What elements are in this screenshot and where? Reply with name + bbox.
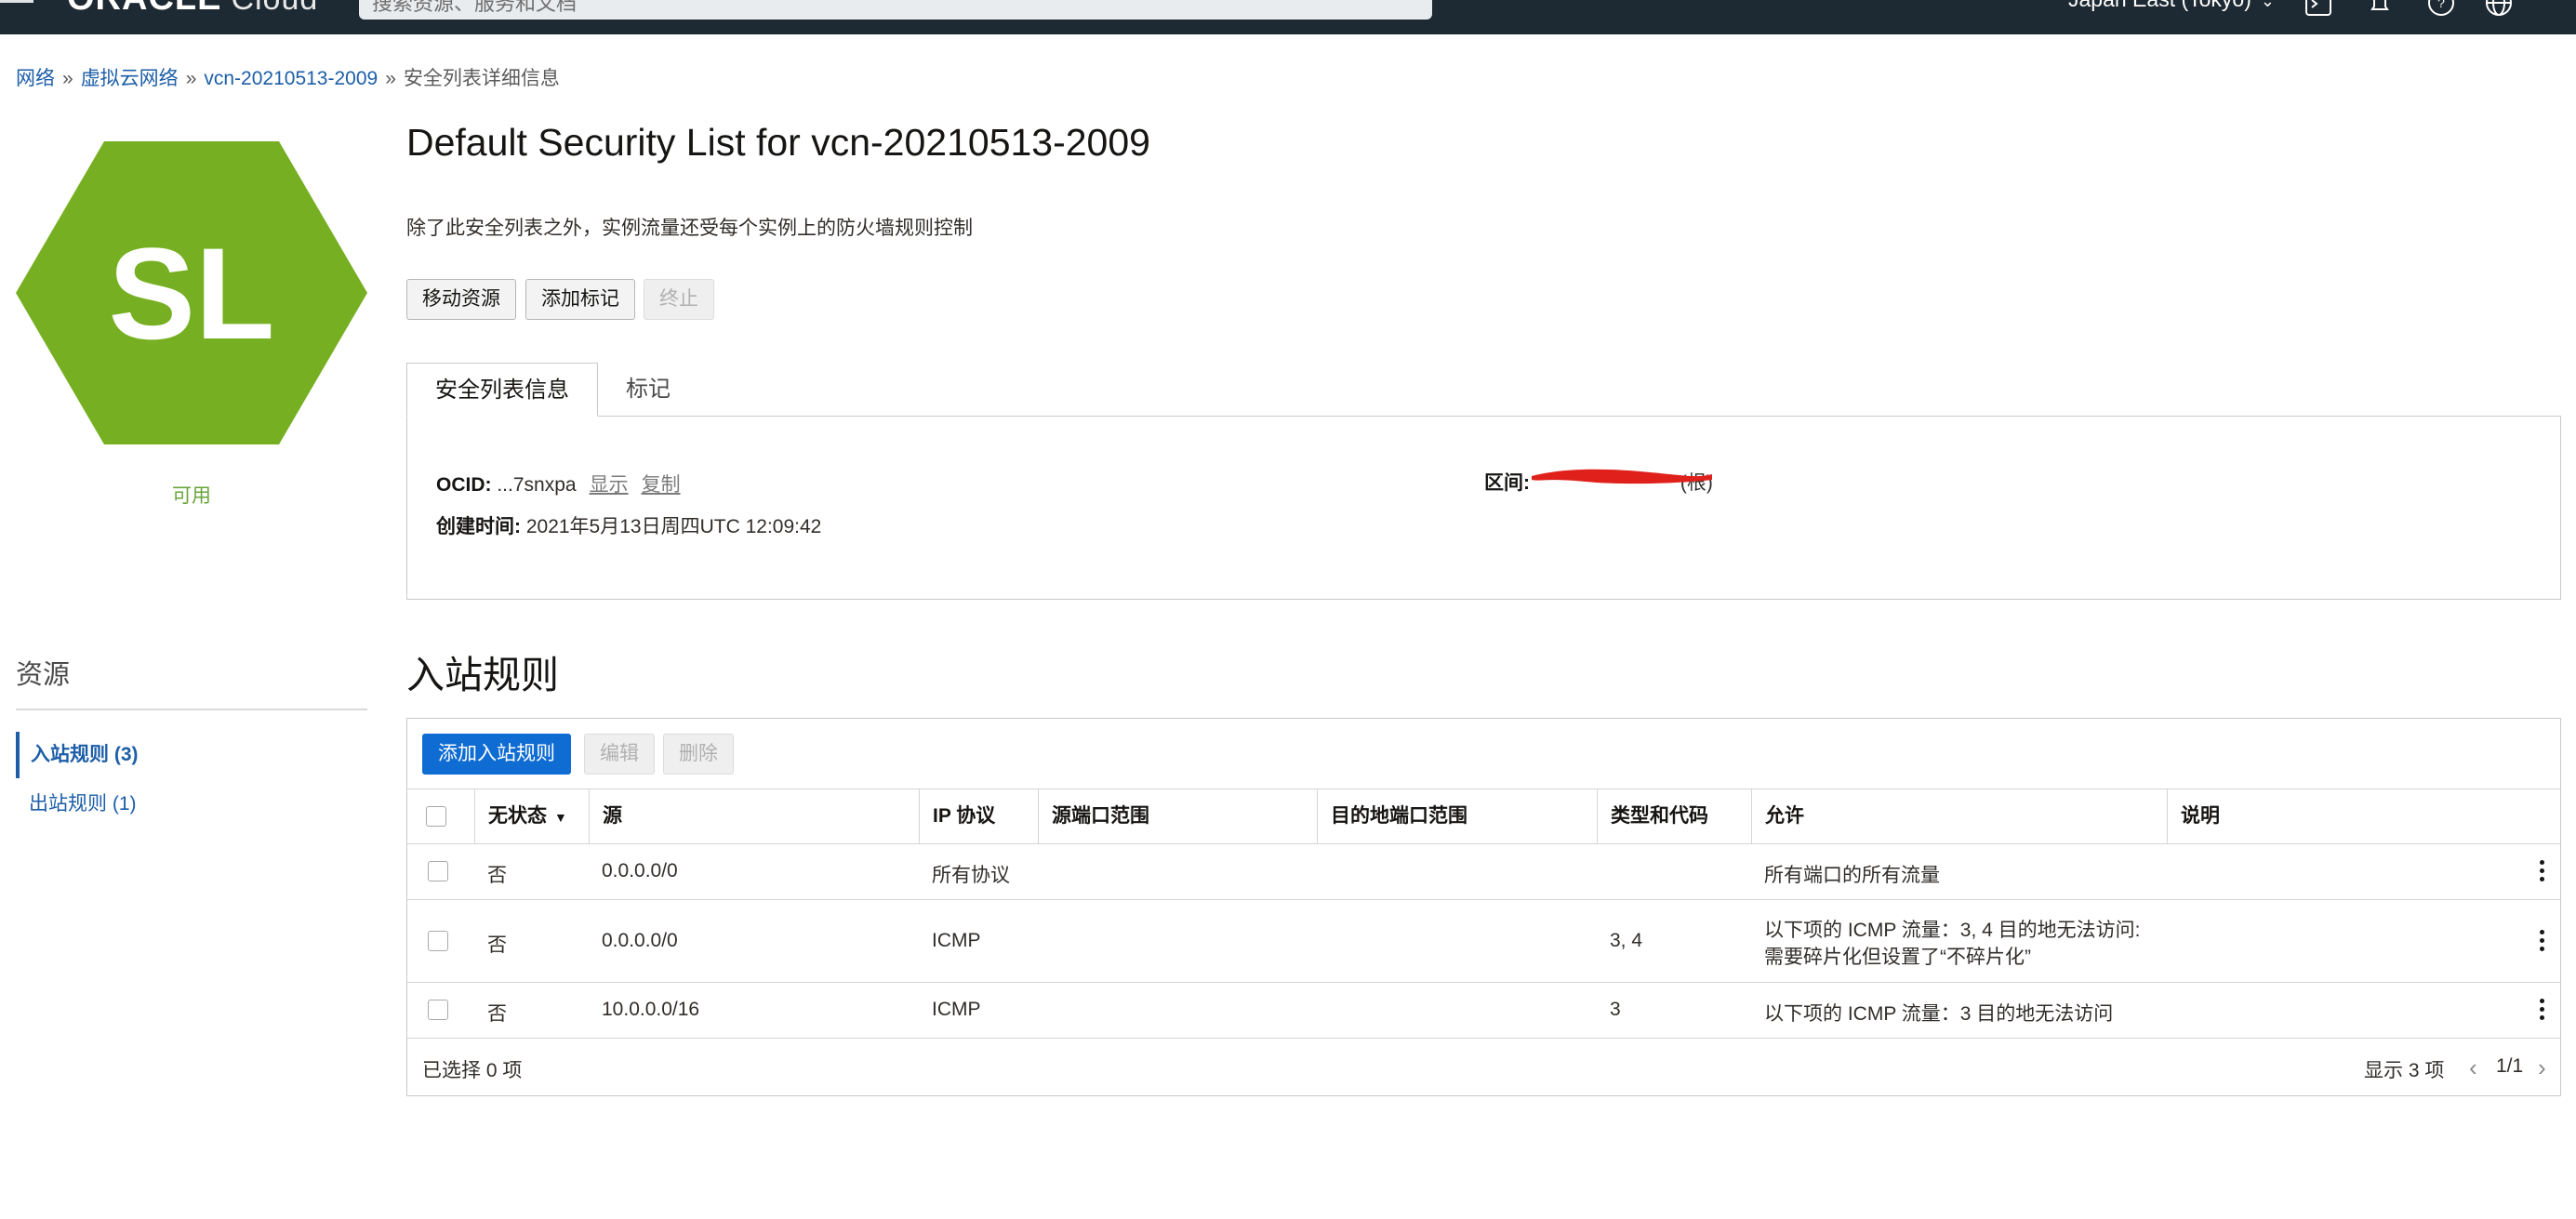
column-header-source-port-range[interactable]: 源端口范围	[1038, 789, 1317, 843]
ocid-label: OCID:	[436, 474, 492, 496]
security-list-info-panel	[406, 416, 2561, 600]
ingress-rules-table: 添加入站规则 编辑 删除 无状态 ▼ 源 IP 协议 源端口范围 目的地端口范围 …	[406, 718, 2561, 1096]
oracle-cloud-logo[interactable]: ORACLE Cloud	[67, 0, 318, 17]
column-header-description[interactable]: 说明	[2167, 789, 2560, 843]
show-ocid-link[interactable]: 显示	[590, 474, 629, 496]
cell-protocol: 所有协议	[932, 865, 1010, 886]
table-header-row: 无状态 ▼ 源 IP 协议 源端口范围 目的地端口范围 类型和代码 允许 说明	[407, 788, 2560, 844]
search-placeholder: 搜索资源、服务和文档	[372, 0, 578, 15]
cell-allows: 以下项的 ICMP 流量：3 目的地无法访问	[1764, 1003, 2114, 1025]
cell-protocol: ICMP	[932, 999, 981, 1020]
logo-sub-text: Cloud	[231, 0, 318, 17]
select-all-checkbox[interactable]	[426, 806, 446, 827]
resources-divider	[16, 709, 367, 710]
hexagon-initials: SL	[109, 220, 275, 366]
ocid-row: OCID: ...7snxpa 显示 复制	[436, 470, 681, 497]
terminate-button[interactable]: 终止	[644, 279, 714, 320]
region-label: Japan East (Tokyo)	[2068, 0, 2251, 11]
breadcrumb: 网络 » 虚拟云网络 » vcn-20210513-2009 » 安全列表详细信息	[16, 63, 560, 91]
breadcrumb-vcn[interactable]: vcn-20210513-2009	[204, 68, 378, 89]
created-row: 创建时间: 2021年5月13日周四UTC 12:09:42	[436, 511, 821, 539]
language-globe-icon[interactable]	[2483, 0, 2515, 19]
security-list-hexagon-icon: SL	[16, 141, 367, 444]
breadcrumb-separator: »	[185, 68, 197, 89]
sidebar-item-ingress-rules[interactable]: 入站规则 (3)	[16, 732, 367, 778]
tab-security-list-info[interactable]: 安全列表信息	[406, 363, 598, 417]
ocid-value: ...7snxpa	[497, 474, 577, 496]
row-checkbox[interactable]	[428, 931, 448, 951]
logo-text: ORACLE	[67, 0, 221, 17]
page-title: Default Security List for vcn-20210513-2…	[406, 121, 1150, 164]
notifications-bell-icon[interactable]	[2364, 0, 2396, 19]
copy-ocid-link[interactable]: 复制	[642, 474, 681, 496]
cell-type-code: 3, 4	[1610, 930, 1643, 951]
table-footer: 已选择 0 项 显示 3 项 ‹ 1/1 ›	[407, 1038, 2560, 1095]
redaction-mark	[1532, 469, 1712, 484]
breadcrumb-separator: »	[62, 68, 73, 89]
row-checkbox[interactable]	[428, 1000, 448, 1020]
delete-rule-button[interactable]: 删除	[663, 734, 734, 775]
created-label: 创建时间:	[436, 516, 521, 537]
cell-stateless: 否	[487, 1003, 507, 1025]
table-row: 否 10.0.0.0/16 ICMP 3 以下项的 ICMP 流量：3 目的地无…	[407, 983, 2560, 1039]
column-header-type-and-code[interactable]: 类型和代码	[1597, 789, 1751, 843]
selected-count: 已选择 0 项	[422, 1060, 523, 1081]
column-header-stateless[interactable]: 无状态 ▼	[474, 789, 589, 843]
cell-stateless: 否	[487, 934, 507, 956]
tab-tags[interactable]: 标记	[626, 363, 671, 417]
row-actions-menu-icon[interactable]	[2537, 999, 2546, 1023]
breadcrumb-separator: »	[385, 68, 396, 89]
breadcrumb-networking[interactable]: 网络	[16, 68, 55, 89]
table-row: 否 0.0.0.0/0 所有协议 所有端口的所有流量	[407, 844, 2560, 900]
sort-desc-icon: ▼	[554, 810, 567, 825]
breadcrumb-vcns[interactable]: 虚拟云网络	[81, 68, 179, 89]
column-header-ip-protocol[interactable]: IP 协议	[919, 789, 1038, 843]
status-label: 可用	[172, 485, 211, 507]
chevron-down-icon: ⌄	[2260, 0, 2275, 10]
region-selector[interactable]: Japan East (Tokyo) ⌄	[2068, 0, 2275, 12]
cell-stateless: 否	[487, 865, 507, 886]
column-header-allows[interactable]: 允许	[1751, 789, 2167, 843]
cell-protocol: ICMP	[932, 930, 981, 951]
resources-heading: 资源	[16, 660, 71, 690]
created-value: 2021年5月13日周四UTC 12:09:42	[525, 516, 822, 537]
add-ingress-rule-button[interactable]: 添加入站规则	[422, 734, 571, 775]
top-navigation-bar: ORACLE Cloud 搜索资源、服务和文档 Japan East (Tokyo…	[0, 0, 2576, 34]
row-actions-menu-icon[interactable]	[2537, 930, 2546, 954]
global-search-input[interactable]: 搜索资源、服务和文档	[359, 0, 1432, 20]
cell-type-code: 3	[1610, 999, 1621, 1020]
select-all-cell	[407, 789, 474, 843]
row-actions-menu-icon[interactable]	[2537, 860, 2546, 884]
cell-source: 10.0.0.0/16	[602, 999, 700, 1020]
cell-allows-line2: 需要碎片化但设置了“不碎片化”	[1764, 947, 2031, 968]
menu-icon[interactable]	[0, 0, 37, 6]
column-header-destination-port-range[interactable]: 目的地端口范围	[1317, 789, 1597, 843]
cloud-shell-icon[interactable]	[2303, 0, 2334, 19]
table-row: 否 0.0.0.0/0 ICMP 3, 4 以下项的 ICMP 流量：3, 4 …	[407, 900, 2560, 983]
breadcrumb-current: 安全列表详细信息	[403, 68, 560, 89]
row-checkbox[interactable]	[428, 861, 448, 881]
sidebar-item-egress-rules[interactable]: 出站规则 (1)	[16, 781, 367, 828]
cell-source: 0.0.0.0/0	[602, 930, 678, 951]
showing-count: 显示 3 项	[2364, 1060, 2445, 1081]
cell-source: 0.0.0.0/0	[602, 860, 678, 881]
help-icon[interactable]: ?	[2425, 0, 2457, 19]
move-resource-button[interactable]: 移动资源	[406, 279, 516, 320]
previous-page-icon[interactable]: ‹	[2469, 1053, 2477, 1082]
cell-allows: 所有端口的所有流量	[1764, 865, 1940, 886]
next-page-icon[interactable]: ›	[2538, 1053, 2546, 1082]
compartment-label: 区间:	[1484, 472, 1530, 494]
cell-allows: 以下项的 ICMP 流量：3, 4 目的地无法访问:	[1764, 920, 2141, 941]
edit-rule-button[interactable]: 编辑	[584, 734, 655, 775]
column-header-source[interactable]: 源	[589, 789, 919, 843]
svg-text:?: ?	[2437, 0, 2445, 10]
page-indicator: 1/1	[2496, 1055, 2524, 1077]
column-label: 无状态	[488, 805, 547, 827]
page-description: 除了此安全列表之外，实例流量还受每个实例上的防火墙规则控制	[406, 218, 973, 239]
add-tags-button[interactable]: 添加标记	[525, 279, 635, 320]
ingress-rules-heading: 入站规则	[406, 654, 559, 696]
